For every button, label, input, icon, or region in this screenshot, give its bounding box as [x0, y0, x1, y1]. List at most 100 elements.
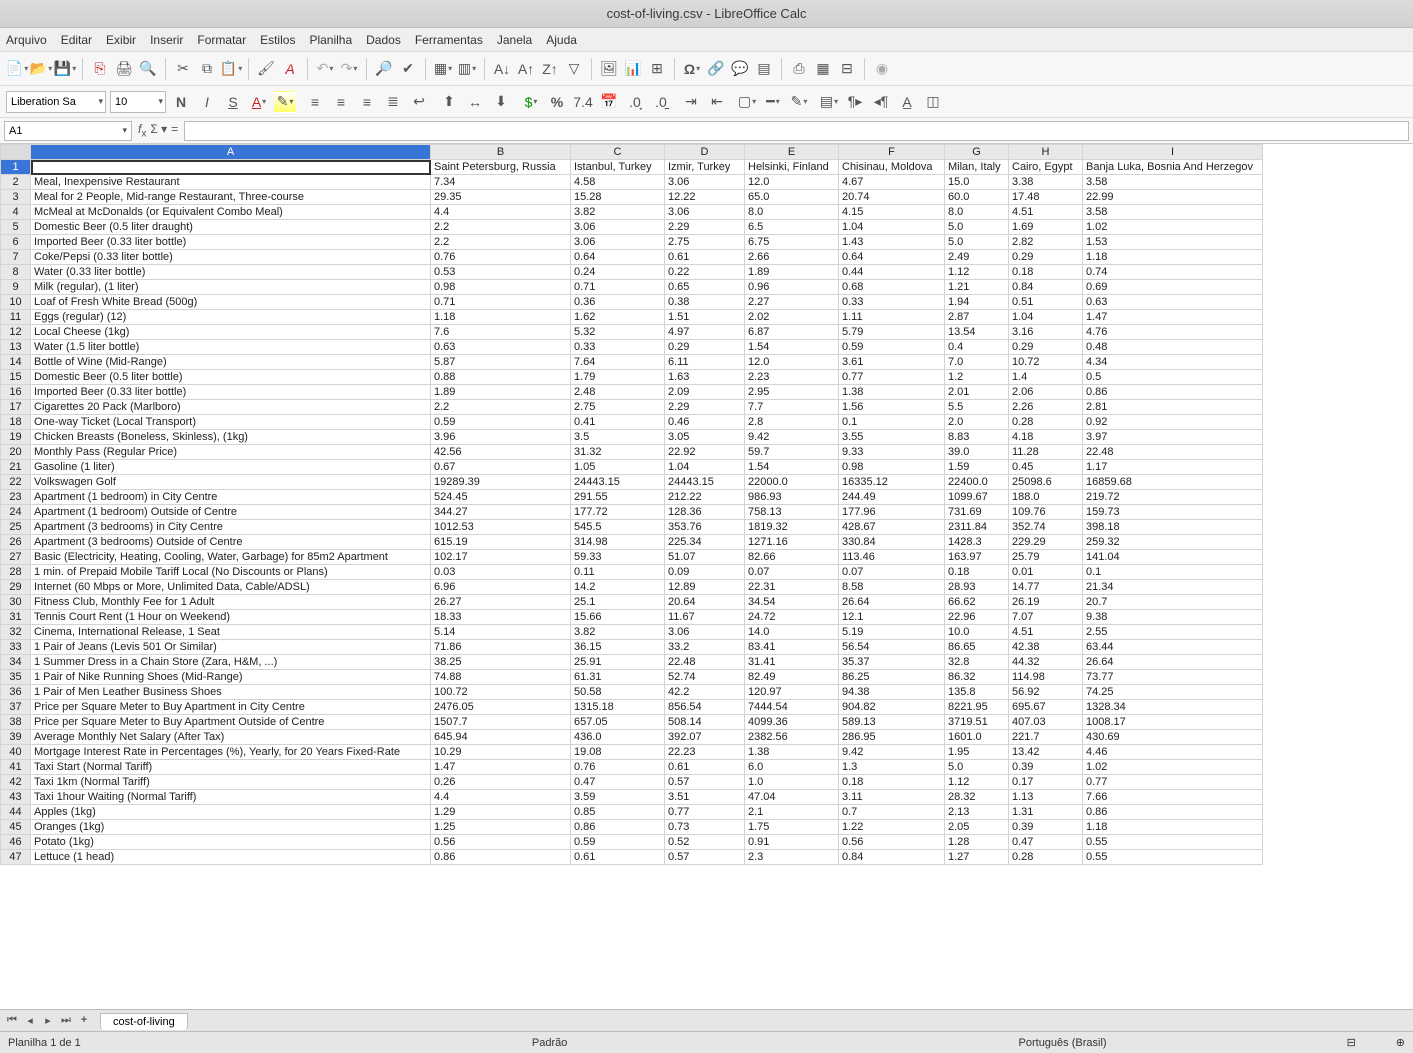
- cell[interactable]: 0.64: [571, 250, 665, 265]
- row-header[interactable]: 42: [1, 775, 31, 790]
- cond-format-button[interactable]: ▤: [818, 91, 840, 113]
- cell[interactable]: 9.42: [745, 430, 839, 445]
- cell[interactable]: 0.09: [665, 565, 745, 580]
- cell[interactable]: 986.93: [745, 490, 839, 505]
- cell[interactable]: 0.57: [665, 850, 745, 865]
- chart-button[interactable]: 📊: [622, 58, 644, 80]
- cell[interactable]: 94.38: [839, 685, 945, 700]
- cell[interactable]: 0.29: [1009, 340, 1083, 355]
- cell[interactable]: 14.2: [571, 580, 665, 595]
- font-color-button[interactable]: A: [248, 91, 270, 113]
- cell[interactable]: 50.58: [571, 685, 665, 700]
- cell[interactable]: 4.46: [1083, 745, 1263, 760]
- cell[interactable]: 0.52: [665, 835, 745, 850]
- cell[interactable]: Apartment (1 bedroom) in City Centre: [31, 490, 431, 505]
- row-header[interactable]: 1: [1, 160, 31, 175]
- cell[interactable]: 353.76: [665, 520, 745, 535]
- cell[interactable]: 22.96: [945, 610, 1009, 625]
- cell[interactable]: 26.64: [839, 595, 945, 610]
- cell[interactable]: 9.38: [1083, 610, 1263, 625]
- cell[interactable]: 6.5: [745, 220, 839, 235]
- cell[interactable]: 0.67: [431, 460, 571, 475]
- cell[interactable]: 59.33: [571, 550, 665, 565]
- cell[interactable]: 22.48: [1083, 445, 1263, 460]
- cell[interactable]: 0.17: [1009, 775, 1083, 790]
- cell[interactable]: 120.97: [745, 685, 839, 700]
- cell[interactable]: 0.29: [665, 340, 745, 355]
- row-header[interactable]: 47: [1, 850, 31, 865]
- cell[interactable]: 291.55: [571, 490, 665, 505]
- autofilter-button[interactable]: ▽: [563, 58, 585, 80]
- cell[interactable]: 6.0: [745, 760, 839, 775]
- cell[interactable]: 1.89: [745, 265, 839, 280]
- cell[interactable]: 9.33: [839, 445, 945, 460]
- cell[interactable]: 63.44: [1083, 640, 1263, 655]
- cut-button[interactable]: ✂: [172, 58, 194, 80]
- cell[interactable]: 56.92: [1009, 685, 1083, 700]
- cell[interactable]: 1099.67: [945, 490, 1009, 505]
- tab-first-icon[interactable]: ⏮: [4, 1014, 20, 1027]
- cell[interactable]: 33.2: [665, 640, 745, 655]
- cell[interactable]: 4.67: [839, 175, 945, 190]
- cell[interactable]: 11.67: [665, 610, 745, 625]
- image-button[interactable]: 🖼: [598, 58, 620, 80]
- save-button[interactable]: 💾: [54, 58, 76, 80]
- draw-button[interactable]: ◉: [871, 58, 893, 80]
- cell[interactable]: Taxi Start (Normal Tariff): [31, 760, 431, 775]
- cell[interactable]: 0.41: [571, 415, 665, 430]
- cell[interactable]: 1.47: [1083, 310, 1263, 325]
- cell[interactable]: 22.23: [665, 745, 745, 760]
- cell[interactable]: McMeal at McDonalds (or Equivalent Combo…: [31, 205, 431, 220]
- cell[interactable]: 61.31: [571, 670, 665, 685]
- cell[interactable]: 0.84: [839, 850, 945, 865]
- export-pdf-button[interactable]: ⎘: [89, 58, 111, 80]
- cell[interactable]: 0.28: [1009, 415, 1083, 430]
- row-header[interactable]: 17: [1, 400, 31, 415]
- format-paintbrush-button[interactable]: 🖌: [255, 58, 277, 80]
- cell[interactable]: 0.56: [431, 835, 571, 850]
- cell[interactable]: 8221.95: [945, 700, 1009, 715]
- cell[interactable]: Water (0.33 liter bottle): [31, 265, 431, 280]
- cell[interactable]: 1.54: [745, 340, 839, 355]
- menu-estilos[interactable]: Estilos: [260, 33, 295, 47]
- cell[interactable]: 4.15: [839, 205, 945, 220]
- cell[interactable]: 1.4: [1009, 370, 1083, 385]
- align-center-button[interactable]: ≡: [330, 91, 352, 113]
- row-header[interactable]: 29: [1, 580, 31, 595]
- cell[interactable]: 0.47: [571, 775, 665, 790]
- cell[interactable]: 2.55: [1083, 625, 1263, 640]
- cell[interactable]: 1.18: [431, 310, 571, 325]
- cell[interactable]: 5.87: [431, 355, 571, 370]
- row-header[interactable]: 14: [1, 355, 31, 370]
- cell[interactable]: Water (1.5 liter bottle): [31, 340, 431, 355]
- cell[interactable]: Domestic Beer (0.5 liter bottle): [31, 370, 431, 385]
- underline-button[interactable]: S: [222, 91, 244, 113]
- cell[interactable]: 12.22: [665, 190, 745, 205]
- cell[interactable]: 0.98: [839, 460, 945, 475]
- cell[interactable]: 0.55: [1083, 850, 1263, 865]
- cell[interactable]: 0.63: [431, 340, 571, 355]
- cell[interactable]: 42.2: [665, 685, 745, 700]
- cell[interactable]: Chicken Breasts (Boneless, Skinless), (1…: [31, 430, 431, 445]
- valign-top-button[interactable]: ⬆: [438, 91, 460, 113]
- cell[interactable]: 0.53: [431, 265, 571, 280]
- cell[interactable]: 2.29: [665, 400, 745, 415]
- cell[interactable]: 856.54: [665, 700, 745, 715]
- cell[interactable]: 4.51: [1009, 205, 1083, 220]
- cell[interactable]: Imported Beer (0.33 liter bottle): [31, 385, 431, 400]
- cell[interactable]: 74.88: [431, 670, 571, 685]
- font-size-combo[interactable]: 10▾: [110, 91, 166, 113]
- row-header[interactable]: 3: [1, 190, 31, 205]
- cell[interactable]: 695.67: [1009, 700, 1083, 715]
- cell[interactable]: 5.32: [571, 325, 665, 340]
- cell[interactable]: 0.98: [431, 280, 571, 295]
- cell[interactable]: 8.0: [945, 205, 1009, 220]
- menu-arquivo[interactable]: Arquivo: [6, 33, 47, 47]
- cell[interactable]: 1.11: [839, 310, 945, 325]
- row-header[interactable]: 32: [1, 625, 31, 640]
- row-header[interactable]: 30: [1, 595, 31, 610]
- cell[interactable]: 26.19: [1009, 595, 1083, 610]
- cell[interactable]: 1271.16: [745, 535, 839, 550]
- cell[interactable]: 0.56: [839, 835, 945, 850]
- cell[interactable]: 0.07: [745, 565, 839, 580]
